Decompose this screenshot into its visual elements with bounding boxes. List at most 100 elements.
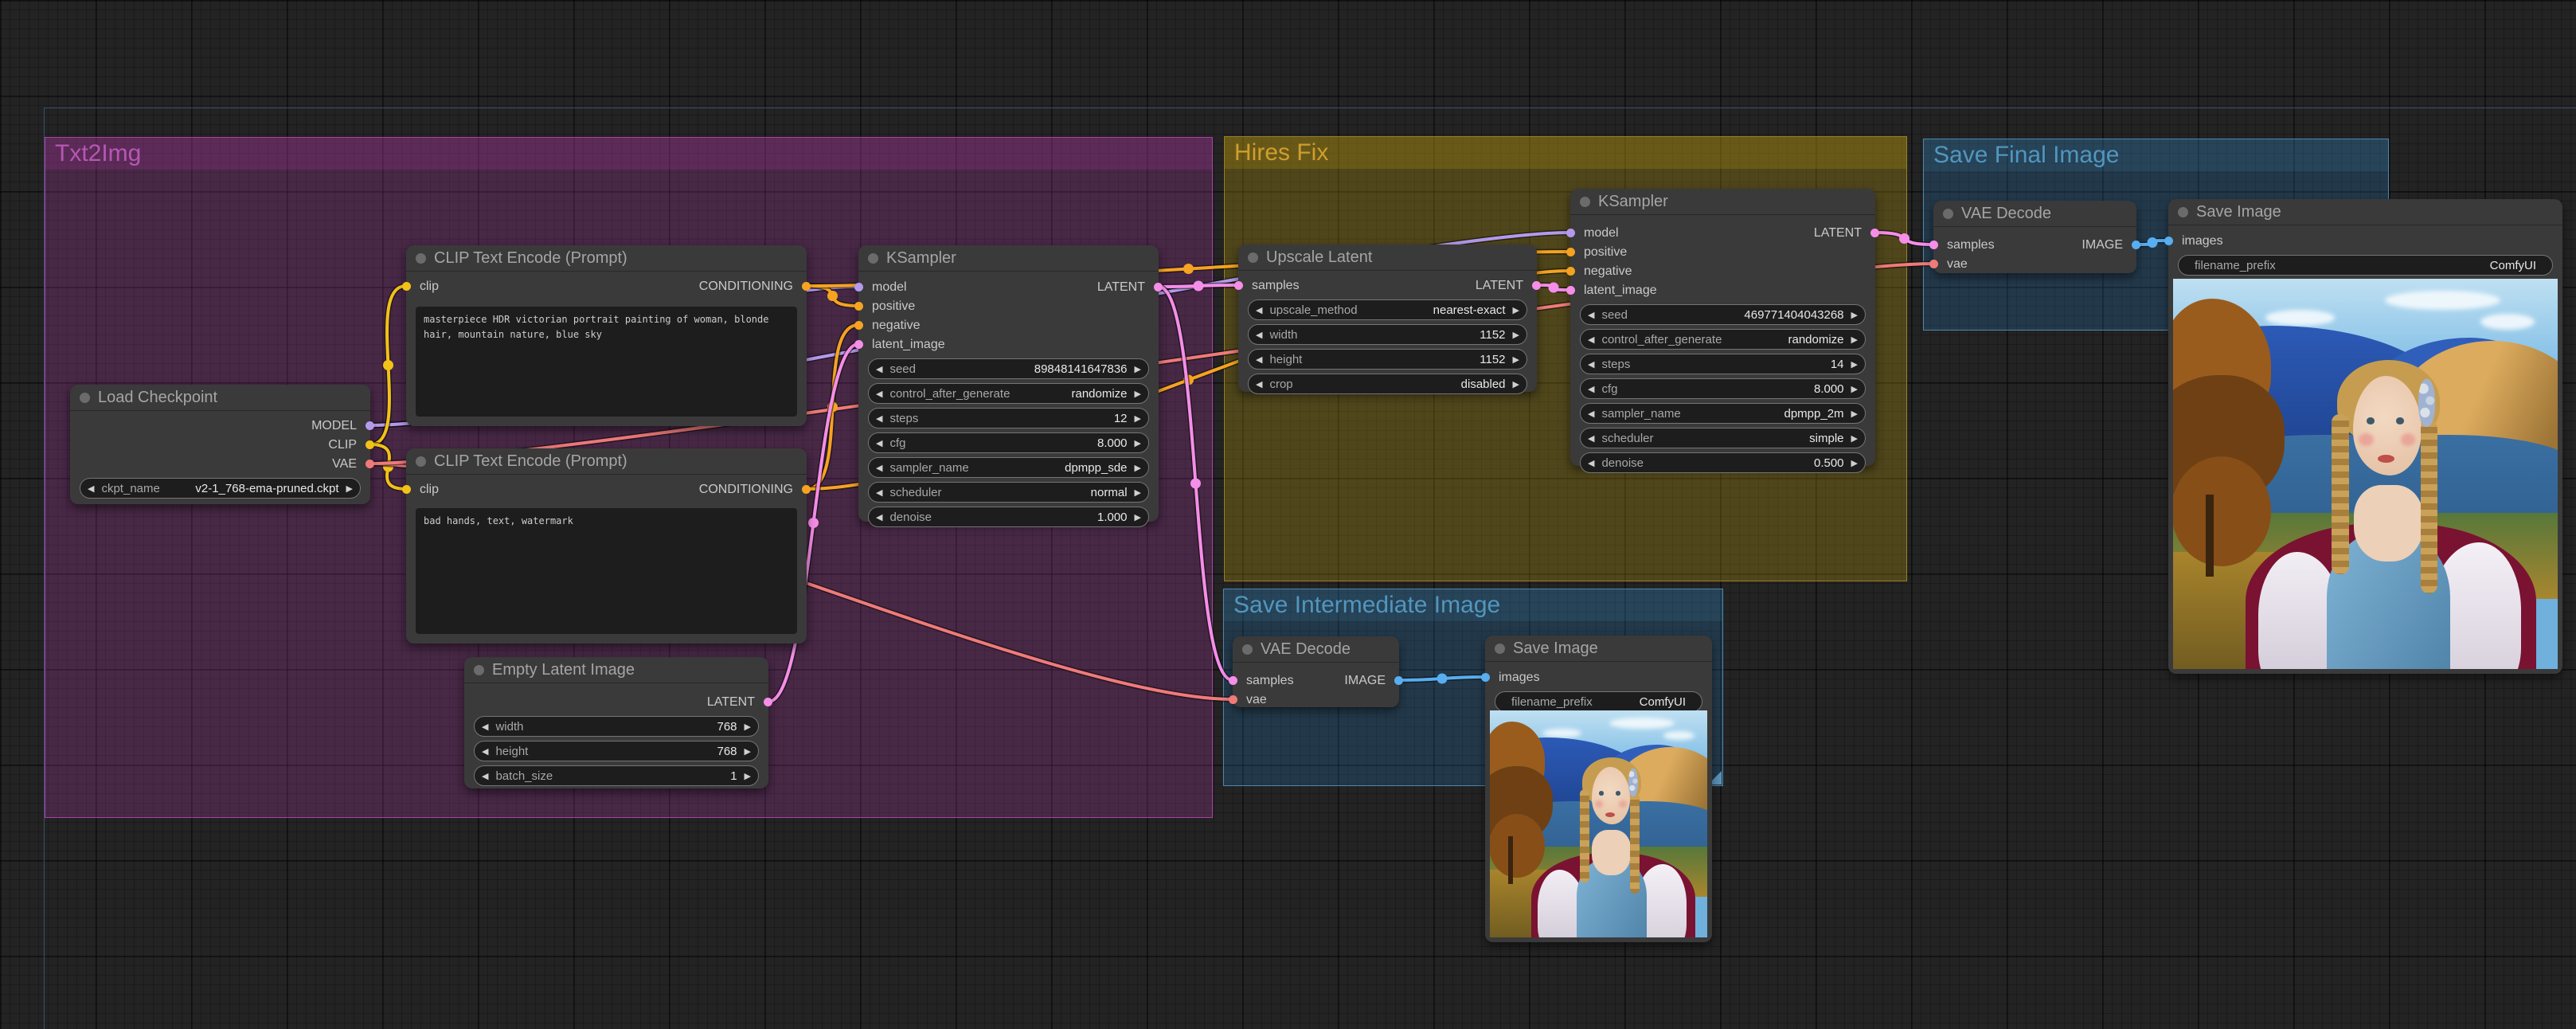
input-port-positive[interactable] <box>1566 248 1575 256</box>
widget-cfg[interactable]: ◀ cfg 8.000 ▶ <box>1580 378 1866 399</box>
group-save-final-titlebar[interactable]: Save Final Image <box>1924 139 2388 171</box>
decrement-arrow-icon[interactable]: ◀ <box>1588 335 1594 345</box>
increment-arrow-icon[interactable]: ▶ <box>1135 463 1141 473</box>
collapse-dot-icon[interactable] <box>868 252 878 264</box>
output-port-CONDITIONING[interactable] <box>802 282 811 291</box>
output-port-CLIP[interactable] <box>365 440 374 449</box>
increment-arrow-icon[interactable]: ▶ <box>1513 354 1519 365</box>
collapse-dot-icon[interactable] <box>416 252 426 264</box>
collapse-dot-icon[interactable] <box>2178 206 2188 217</box>
widget-control_after_generate[interactable]: ◀ control_after_generate randomize ▶ <box>868 383 1149 404</box>
node-clip-text-encode-positive[interactable]: CLIP Text Encode (Prompt) clip CONDITIONIN… <box>402 245 811 426</box>
decrement-arrow-icon[interactable]: ◀ <box>1588 433 1594 444</box>
collapse-dot-icon[interactable] <box>1248 252 1258 263</box>
input-port-positive[interactable] <box>854 302 863 311</box>
node-upscale-latent[interactable]: Upscale Latent samples LATENT ◀ upscale_meth… <box>1234 245 1541 394</box>
input-port-latent_image[interactable] <box>854 340 863 349</box>
decrement-arrow-icon[interactable]: ◀ <box>1588 310 1594 320</box>
widget-filename_prefix[interactable]: filename_prefix ComfyUI <box>1495 691 1702 712</box>
input-port-clip[interactable] <box>402 282 411 291</box>
widget-height[interactable]: ◀ height 1152 ▶ <box>1248 349 1527 370</box>
decrement-arrow-icon[interactable]: ◀ <box>1256 330 1262 340</box>
output-port-IMAGE[interactable] <box>2132 241 2140 249</box>
widget-cfg[interactable]: ◀ cfg 8.000 ▶ <box>868 432 1149 453</box>
widget-steps[interactable]: ◀ steps 12 ▶ <box>868 408 1149 428</box>
increment-arrow-icon[interactable]: ▶ <box>1851 458 1858 468</box>
input-port-images[interactable] <box>1481 673 1490 682</box>
increment-arrow-icon[interactable]: ▶ <box>1851 409 1858 419</box>
node-vae-decode-final[interactable]: VAE Decode samples IMAGE vae <box>1929 201 2140 273</box>
widget-height[interactable]: ◀ height 768 ▶ <box>474 741 759 761</box>
output-port-LATENT[interactable] <box>1532 281 1541 290</box>
node-load-checkpoint[interactable]: Load Checkpoint MODEL CLIP VAE ◀ ckpt_name v2-… <box>70 385 374 504</box>
decrement-arrow-icon[interactable]: ◀ <box>876 463 882 473</box>
decrement-arrow-icon[interactable]: ◀ <box>482 746 488 757</box>
widget-ckpt_name[interactable]: ◀ ckpt_name v2-1_768-ema-pruned.ckpt ▶ <box>80 478 361 499</box>
increment-arrow-icon[interactable]: ▶ <box>1135 389 1141 399</box>
node-titlebar[interactable]: VAE Decode <box>1233 636 1399 663</box>
output-port-CONDITIONING[interactable] <box>802 485 811 494</box>
decrement-arrow-icon[interactable]: ◀ <box>876 389 882 399</box>
widget-sampler_name[interactable]: ◀ sampler_name dpmpp_2m ▶ <box>1580 403 1866 424</box>
node-titlebar[interactable]: CLIP Text Encode (Prompt) <box>406 448 807 475</box>
node-titlebar[interactable]: Save Image <box>2168 199 2562 225</box>
widget-batch_size[interactable]: ◀ batch_size 1 ▶ <box>474 765 759 786</box>
decrement-arrow-icon[interactable]: ◀ <box>482 771 488 781</box>
increment-arrow-icon[interactable]: ▶ <box>1135 413 1141 424</box>
input-port-vae[interactable] <box>1229 695 1237 704</box>
input-port-model[interactable] <box>1566 229 1575 237</box>
collapse-dot-icon[interactable] <box>1943 208 1953 219</box>
widget-denoise[interactable]: ◀ denoise 0.500 ▶ <box>1580 452 1866 473</box>
node-ksampler-hires[interactable]: KSampler model LATENT positive negative laten… <box>1566 189 1879 473</box>
increment-arrow-icon[interactable]: ▶ <box>1135 438 1141 448</box>
increment-arrow-icon[interactable]: ▶ <box>1851 310 1858 320</box>
decrement-arrow-icon[interactable]: ◀ <box>1588 384 1594 394</box>
widget-scheduler[interactable]: ◀ scheduler simple ▶ <box>1580 428 1866 448</box>
increment-arrow-icon[interactable]: ▶ <box>1851 359 1858 370</box>
collapse-dot-icon[interactable] <box>1495 643 1505 654</box>
increment-arrow-icon[interactable]: ▶ <box>745 771 751 781</box>
widget-upscale_method[interactable]: ◀ upscale_method nearest-exact ▶ <box>1248 299 1527 320</box>
widget-denoise[interactable]: ◀ denoise 1.000 ▶ <box>868 507 1149 527</box>
widget-seed[interactable]: ◀ seed 469771404043268 ▶ <box>1580 304 1866 325</box>
collapse-dot-icon[interactable] <box>474 664 484 675</box>
input-port-images[interactable] <box>2164 237 2173 245</box>
widget-seed[interactable]: ◀ seed 89848141647836 ▶ <box>868 358 1149 379</box>
node-graph-canvas[interactable]: Txt2Img Hires Fix Save Final Image Save … <box>0 0 2576 1029</box>
decrement-arrow-icon[interactable]: ◀ <box>876 487 882 498</box>
input-port-negative[interactable] <box>854 321 863 330</box>
input-port-vae[interactable] <box>1929 260 1938 268</box>
output-port-IMAGE[interactable] <box>1394 676 1403 685</box>
input-port-samples[interactable] <box>1229 676 1237 685</box>
increment-arrow-icon[interactable]: ▶ <box>745 746 751 757</box>
node-titlebar[interactable]: Empty Latent Image <box>464 657 768 683</box>
increment-arrow-icon[interactable]: ▶ <box>1513 330 1519 340</box>
input-port-model[interactable] <box>854 283 863 291</box>
collapse-dot-icon[interactable] <box>416 456 426 467</box>
output-port-LATENT[interactable] <box>1154 283 1163 291</box>
decrement-arrow-icon[interactable]: ◀ <box>1588 458 1594 468</box>
prompt-text-area[interactable]: masterpiece HDR victorian portrait paint… <box>416 307 797 417</box>
decrement-arrow-icon[interactable]: ◀ <box>1256 379 1262 389</box>
decrement-arrow-icon[interactable]: ◀ <box>876 438 882 448</box>
node-save-image-final[interactable]: Save Image images filename_prefix ComfyUI <box>2164 199 2562 674</box>
decrement-arrow-icon[interactable]: ◀ <box>876 364 882 374</box>
increment-arrow-icon[interactable]: ▶ <box>1851 384 1858 394</box>
node-titlebar[interactable]: Save Image <box>1485 636 1712 662</box>
widget-sampler_name[interactable]: ◀ sampler_name dpmpp_sde ▶ <box>868 457 1149 478</box>
input-port-clip[interactable] <box>402 485 411 494</box>
decrement-arrow-icon[interactable]: ◀ <box>482 722 488 732</box>
input-port-samples[interactable] <box>1929 241 1938 249</box>
node-titlebar[interactable]: CLIP Text Encode (Prompt) <box>406 245 807 272</box>
node-empty-latent-image[interactable]: Empty Latent Image LATENT ◀ width 768 ▶ ◀ heigh… <box>464 657 772 788</box>
increment-arrow-icon[interactable]: ▶ <box>745 722 751 732</box>
collapse-dot-icon[interactable] <box>1580 196 1590 207</box>
output-port-VAE[interactable] <box>365 460 374 468</box>
node-save-image-intermediate[interactable]: Save Image images filename_prefix ComfyUI <box>1481 636 1712 942</box>
output-port-MODEL[interactable] <box>365 421 374 430</box>
increment-arrow-icon[interactable]: ▶ <box>1135 364 1141 374</box>
decrement-arrow-icon[interactable]: ◀ <box>876 413 882 424</box>
increment-arrow-icon[interactable]: ▶ <box>1851 335 1858 345</box>
increment-arrow-icon[interactable]: ▶ <box>1513 379 1519 389</box>
input-port-samples[interactable] <box>1234 281 1243 290</box>
